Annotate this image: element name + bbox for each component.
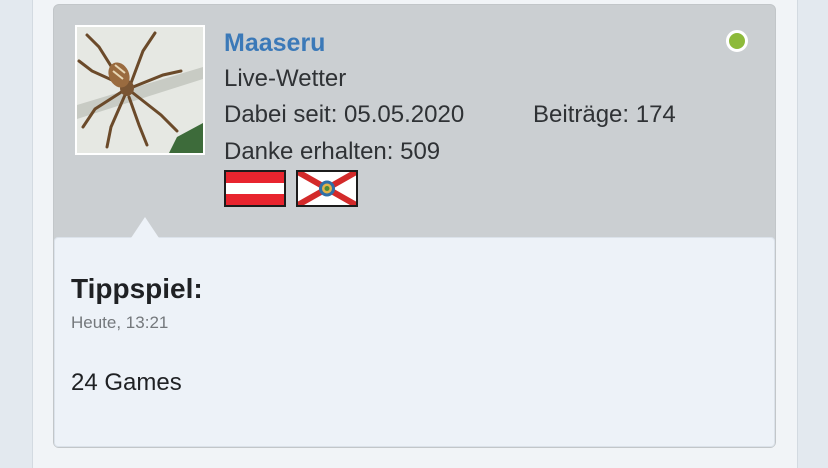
user-title: Live-Wetter [224, 65, 347, 92]
message-body: 24 Games [71, 369, 182, 396]
avatar[interactable] [75, 25, 205, 155]
thanks-count: Danke erhalten: 509 [224, 138, 441, 165]
message-box [54, 237, 775, 447]
regional-flag-icon [296, 170, 358, 207]
message-timestamp: Heute, 13:21 [71, 313, 169, 332]
message-title[interactable]: Tippspiel: [71, 273, 203, 305]
spider-avatar-image [77, 27, 203, 153]
online-status-icon [726, 30, 748, 52]
austria-flag-icon [224, 170, 286, 207]
message-pointer [131, 217, 159, 238]
username[interactable]: Maaseru [224, 28, 325, 58]
saltire-flag-icon [298, 172, 356, 205]
post-count: Beiträge: 174 [533, 101, 676, 128]
join-date: Dabei seit: 05.05.2020 [224, 101, 465, 128]
